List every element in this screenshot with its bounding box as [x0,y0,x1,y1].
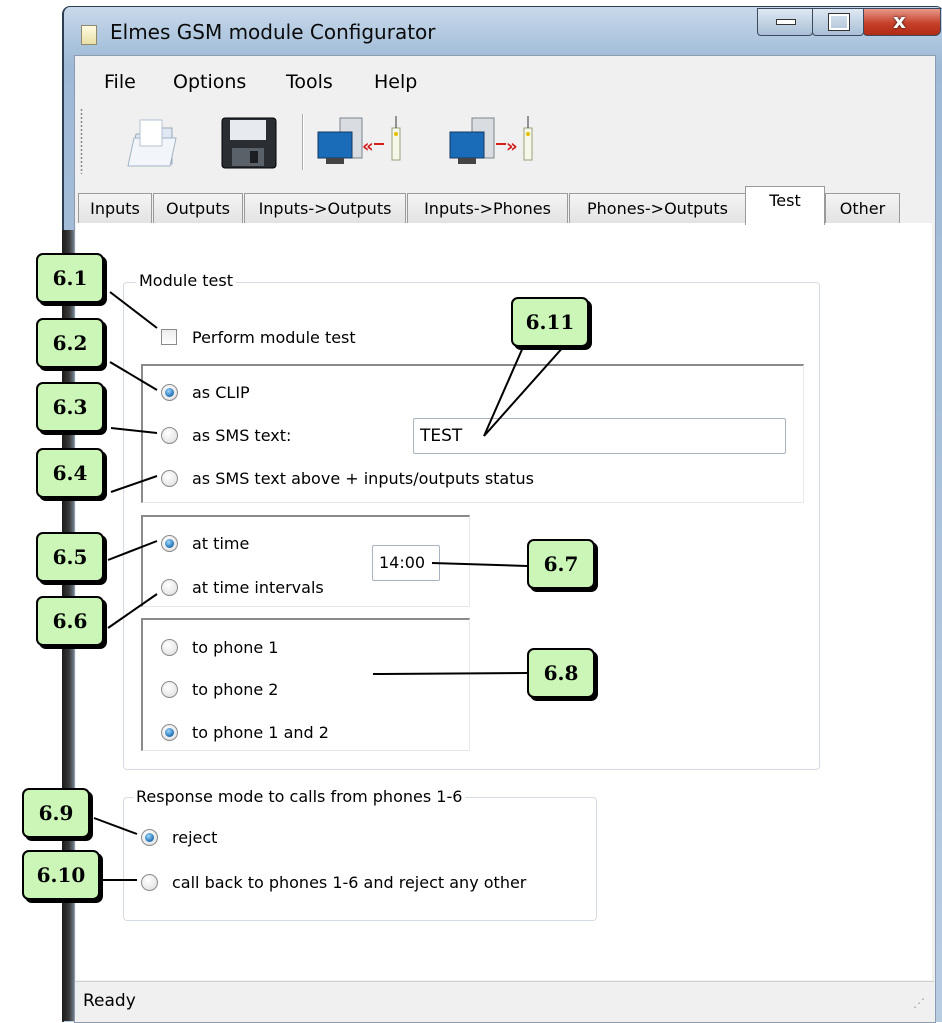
call-back-radio[interactable] [141,874,158,891]
to-phone-1-radio[interactable] [161,639,178,656]
call-back-label: call back to phones 1-6 and reject any o… [172,873,527,892]
tab-outputs[interactable]: Outputs [153,193,243,224]
at-time-radio[interactable] [161,535,178,552]
time-intervals-radio[interactable] [161,579,178,596]
to-phone-1-label: to phone 1 [192,638,279,657]
read-from-module-button[interactable]: « [312,112,424,172]
tab-inputs-outputs[interactable]: Inputs->Outputs [244,193,406,224]
svg-text:«: « [362,136,374,157]
toolbar-separator [302,114,304,170]
menu-options[interactable]: Options [173,71,246,93]
save-disk-icon [221,117,277,169]
sms-text-input[interactable]: TEST [413,418,786,454]
save-button[interactable] [216,112,282,172]
perform-test-checkbox[interactable] [161,329,177,345]
tab-phones-outputs[interactable]: Phones->Outputs [569,193,746,224]
callout-6-1: 6.1 [36,253,104,303]
callout-6-4: 6.4 [36,448,104,498]
minimize-button[interactable] [757,8,813,36]
to-phone-2-label: to phone 2 [192,680,279,699]
maximize-button[interactable] [812,8,864,36]
response-mode-group [123,797,597,921]
time-input[interactable]: 14:00 [372,545,440,581]
perform-test-label: Perform module test [192,328,356,347]
callout-6-8: 6.8 [527,648,595,698]
status-bar: Ready ⋰ [75,981,934,1020]
to-both-phones-radio[interactable] [161,724,178,741]
mode-sms-status-radio[interactable] [161,470,178,487]
callout-6-2: 6.2 [36,318,104,368]
close-icon: x [893,9,906,33]
window-title: Elmes GSM module Configurator [110,20,436,44]
to-phone-2-radio[interactable] [161,681,178,698]
at-time-label: at time [192,534,250,553]
time-intervals-label: at time intervals [192,578,324,597]
mode-clip-label: as CLIP [192,383,250,402]
app-icon [81,25,97,45]
reject-radio[interactable] [141,829,158,846]
status-text: Ready [83,991,136,1011]
callout-6-3: 6.3 [36,382,104,432]
toolbar: « » [74,104,934,182]
callout-6-7: 6.7 [527,539,595,589]
read-from-module-icon: « [317,116,401,164]
response-mode-legend: Response mode to calls from phones 1-6 [133,787,466,806]
tab-inputs[interactable]: Inputs [78,193,152,224]
tab-other[interactable]: Other [825,193,900,224]
menu-tools[interactable]: Tools [286,71,333,93]
mode-sms-radio[interactable] [161,427,178,444]
module-test-legend: Module test [136,271,236,290]
menu-file[interactable]: File [104,71,136,93]
to-both-phones-label: to phone 1 and 2 [192,723,329,742]
open-folder-icon [127,119,177,167]
maximize-icon [828,13,850,31]
close-button[interactable]: x [863,8,941,36]
menu-help[interactable]: Help [374,71,417,93]
menu-bar: File Options Tools Help [74,65,934,101]
callout-6-5: 6.5 [36,532,104,582]
reject-label: reject [172,828,218,847]
tab-test[interactable]: Test [745,186,825,225]
write-to-module-icon: » [449,116,533,164]
callout-6-10: 6.10 [22,850,100,900]
open-button[interactable] [118,112,184,172]
callout-6-9: 6.9 [22,788,90,838]
svg-text:»: » [506,136,518,157]
minimize-icon [776,19,796,25]
mode-clip-radio[interactable] [161,384,178,401]
resize-grip-icon[interactable]: ⋰ [913,996,925,1010]
write-to-module-button[interactable]: » [444,112,556,172]
callout-6-11: 6.11 [511,297,589,347]
tab-inputs-phones[interactable]: Inputs->Phones [407,193,568,224]
mode-sms-label: as SMS text: [192,426,292,445]
mode-sms-status-label: as SMS text above + inputs/outputs statu… [192,469,534,488]
callout-6-6: 6.6 [36,596,104,646]
